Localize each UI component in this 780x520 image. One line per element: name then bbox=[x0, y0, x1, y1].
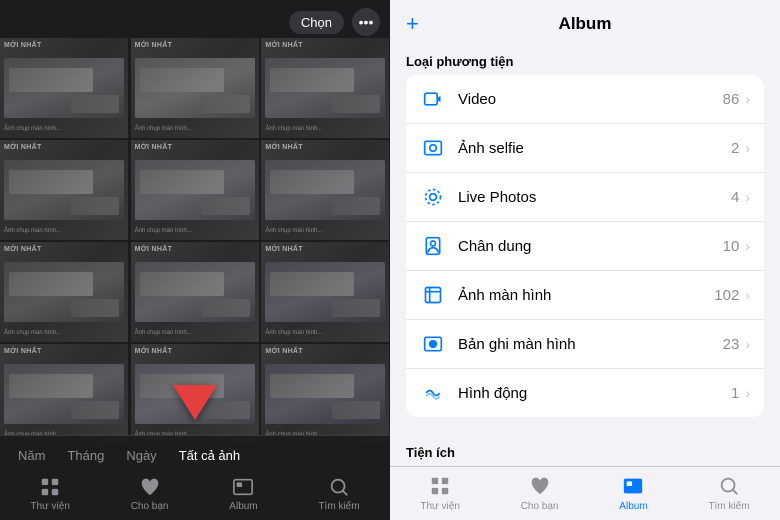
selfie-label: Ảnh selfie bbox=[458, 140, 731, 157]
screenshot-icon bbox=[420, 282, 446, 308]
right-header: + Album bbox=[390, 0, 780, 42]
nav-right-library-label: Thư viện bbox=[420, 501, 460, 512]
album-nav-icon bbox=[620, 473, 646, 499]
nav-search-label: Tìm kiếm bbox=[318, 501, 359, 512]
nav-right-search-label: Tìm kiếm bbox=[708, 501, 749, 512]
screen-record-chevron: › bbox=[745, 336, 750, 352]
add-album-button[interactable]: + bbox=[406, 11, 419, 37]
chon-button[interactable]: Chọn bbox=[289, 11, 344, 34]
photo-cell[interactable]: MỚI NHẤT Ảnh chụp màn hình... bbox=[0, 242, 128, 342]
video-icon bbox=[420, 86, 446, 112]
tab-thang[interactable]: Tháng bbox=[59, 444, 112, 467]
utilities-section-header: Tiện ích bbox=[390, 433, 780, 466]
nav-album-label: Album bbox=[229, 501, 257, 512]
time-tabs: Năm Tháng Ngày Tất cả ảnh bbox=[0, 436, 390, 471]
photo-grid: MỚI NHẤT Ảnh chụp màn hình... MỚI NHẤT Ả… bbox=[0, 38, 390, 444]
screenshot-count: 102 bbox=[714, 287, 739, 304]
live-photos-icon bbox=[420, 184, 446, 210]
arrow-indicator bbox=[173, 385, 217, 420]
search-nav-icon bbox=[716, 473, 742, 499]
list-item-animated[interactable]: Hình động 1 › bbox=[406, 369, 764, 417]
list-item-portrait[interactable]: Chân dung 10 › bbox=[406, 222, 764, 271]
nav-library-label: Thư viện bbox=[30, 501, 70, 512]
nav-for-you[interactable]: Cho bạn bbox=[131, 475, 169, 512]
selfie-chevron: › bbox=[745, 140, 750, 156]
screenshot-label: Ảnh màn hình bbox=[458, 287, 714, 304]
bottom-nav-left: Năm Tháng Ngày Tất cả ảnh Thư viện Cho b… bbox=[0, 435, 390, 520]
screen-record-icon bbox=[420, 331, 446, 357]
screen-record-label: Bản ghi màn hình bbox=[458, 336, 723, 353]
nav-right-album-label: Album bbox=[619, 501, 647, 512]
album-title: Album bbox=[559, 14, 612, 34]
nav-right-search[interactable]: Tìm kiếm bbox=[708, 473, 749, 512]
nav-search[interactable]: Tìm kiếm bbox=[318, 475, 359, 512]
photo-cell[interactable]: MỚI NHẤT Ảnh chụp màn hình... bbox=[261, 38, 389, 138]
screenshot-chevron: › bbox=[745, 287, 750, 303]
nav-right-library[interactable]: Thư viện bbox=[420, 473, 460, 512]
nav-right-album[interactable]: Album bbox=[619, 473, 647, 512]
list-item-screen-record[interactable]: Bản ghi màn hình 23 › bbox=[406, 320, 764, 369]
animated-chevron: › bbox=[745, 385, 750, 401]
live-photos-label: Live Photos bbox=[458, 189, 731, 206]
photo-cell[interactable]: MỚI NHẤT Ảnh chụp màn hình... bbox=[0, 344, 128, 444]
portrait-label: Chân dung bbox=[458, 238, 723, 255]
album-panel: + Album Loại phương tiện Video 86 › Ảnh … bbox=[390, 0, 780, 520]
nav-album[interactable]: Album bbox=[229, 475, 257, 512]
list-item-screenshot[interactable]: Ảnh màn hình 102 › bbox=[406, 271, 764, 320]
video-chevron: › bbox=[745, 91, 750, 107]
photo-cell[interactable]: MỚI NHẤT Ảnh chụp màn hình... bbox=[131, 140, 259, 240]
tab-ngay[interactable]: Ngày bbox=[118, 444, 164, 467]
nav-library[interactable]: Thư viện bbox=[30, 475, 70, 512]
library-nav-icon bbox=[427, 473, 453, 499]
photo-cell[interactable]: MỚI NHẤT Ảnh chụp màn hình... bbox=[131, 38, 259, 138]
video-label: Video bbox=[458, 91, 723, 108]
animated-label: Hình động bbox=[458, 385, 731, 402]
list-item-video[interactable]: Video 86 › bbox=[406, 75, 764, 124]
photo-cell[interactable]: MỚI NHẤT Ảnh chụp màn hình... bbox=[0, 38, 128, 138]
media-type-list: Video 86 › Ảnh selfie 2 › Live Photos 4 bbox=[406, 75, 764, 417]
screen-record-count: 23 bbox=[723, 336, 740, 353]
library-icon bbox=[38, 475, 62, 499]
media-type-section-header: Loại phương tiện bbox=[390, 42, 780, 75]
tab-nam[interactable]: Năm bbox=[10, 444, 53, 467]
portrait-icon bbox=[420, 233, 446, 259]
selfie-icon bbox=[420, 135, 446, 161]
nav-icons-right: Thư viện Cho bạn Album Tìm kiếm bbox=[390, 473, 780, 512]
animated-icon bbox=[420, 380, 446, 406]
heart-icon bbox=[138, 475, 162, 499]
selfie-count: 2 bbox=[731, 140, 739, 157]
album-content: Loại phương tiện Video 86 › Ảnh selfie 2… bbox=[390, 42, 780, 466]
photo-cell[interactable]: MỚI NHẤT Ảnh chụp màn hình... bbox=[261, 140, 389, 240]
album-icon bbox=[231, 475, 255, 499]
photo-cell[interactable]: MỚI NHẤT Ảnh chụp màn hình... bbox=[131, 242, 259, 342]
portrait-chevron: › bbox=[745, 238, 750, 254]
nav-icons-left: Thư viện Cho bạn Album Tìm kiếm bbox=[0, 471, 390, 520]
photo-cell[interactable]: MỚI NHẤT Ảnh chụp màn hình... bbox=[261, 242, 389, 342]
video-count: 86 bbox=[723, 91, 740, 108]
more-button[interactable]: ••• bbox=[352, 8, 380, 36]
nav-foryou-label: Cho bạn bbox=[131, 501, 169, 512]
heart-nav-icon bbox=[527, 473, 553, 499]
live-photos-chevron: › bbox=[745, 189, 750, 205]
list-item-selfie[interactable]: Ảnh selfie 2 › bbox=[406, 124, 764, 173]
photo-library-panel: Chọn ••• MỚI NHẤT Ảnh chụp màn hình... M… bbox=[0, 0, 390, 520]
live-photos-count: 4 bbox=[731, 189, 739, 206]
animated-count: 1 bbox=[731, 385, 739, 402]
search-icon bbox=[327, 475, 351, 499]
photo-cell[interactable]: MỚI NHẤT Ảnh chụp màn hình... bbox=[261, 344, 389, 444]
tab-tatcaanh[interactable]: Tất cả ảnh bbox=[171, 444, 248, 467]
portrait-count: 10 bbox=[723, 238, 740, 255]
photo-cell[interactable]: MỚI NHẤT Ảnh chụp màn hình... bbox=[0, 140, 128, 240]
nav-right-foryou[interactable]: Cho bạn bbox=[521, 473, 559, 512]
list-item-live-photos[interactable]: Live Photos 4 › bbox=[406, 173, 764, 222]
top-bar: Chọn ••• bbox=[0, 0, 390, 44]
nav-right-foryou-label: Cho bạn bbox=[521, 501, 559, 512]
bottom-nav-right: Thư viện Cho bạn Album Tìm kiếm bbox=[390, 466, 780, 520]
